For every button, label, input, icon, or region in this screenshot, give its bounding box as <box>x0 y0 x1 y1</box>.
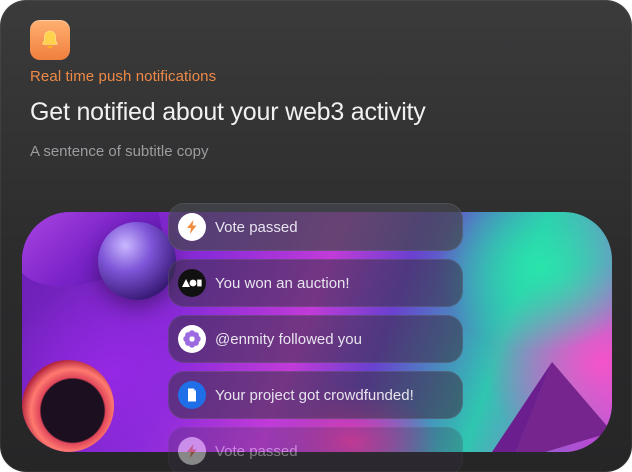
notification-item[interactable]: You won an auction! <box>168 259 463 307</box>
app-icon-bell <box>30 20 70 60</box>
notification-text: You won an auction! <box>215 274 350 292</box>
notification-item[interactable]: Vote passed <box>168 427 463 472</box>
notification-feature-card: Real time push notifications Get notifie… <box>0 0 632 472</box>
shapes-logo-icon <box>178 269 206 297</box>
decorative-pyramid <box>492 362 612 452</box>
lightning-icon <box>178 213 206 241</box>
eyebrow-label: Real time push notifications <box>30 68 217 85</box>
decorative-sphere <box>98 222 176 300</box>
notification-text: Vote passed <box>215 218 298 236</box>
notification-item[interactable]: Vote passed <box>168 203 463 251</box>
flower-icon <box>178 325 206 353</box>
notification-item[interactable]: @enmity followed you <box>168 315 463 363</box>
notification-text: @enmity followed you <box>215 330 362 348</box>
page-subtitle: A sentence of subtitle copy <box>30 143 209 160</box>
notification-item[interactable]: Your project got crowdfunded! <box>168 371 463 419</box>
lightning-icon <box>178 437 206 465</box>
decorative-ring <box>22 360 114 452</box>
notification-text: Vote passed <box>215 442 298 460</box>
page-title: Get notified about your web3 activity <box>30 98 426 126</box>
notification-text: Your project got crowdfunded! <box>215 386 414 404</box>
tag-icon <box>178 381 206 409</box>
bell-icon <box>42 30 58 49</box>
